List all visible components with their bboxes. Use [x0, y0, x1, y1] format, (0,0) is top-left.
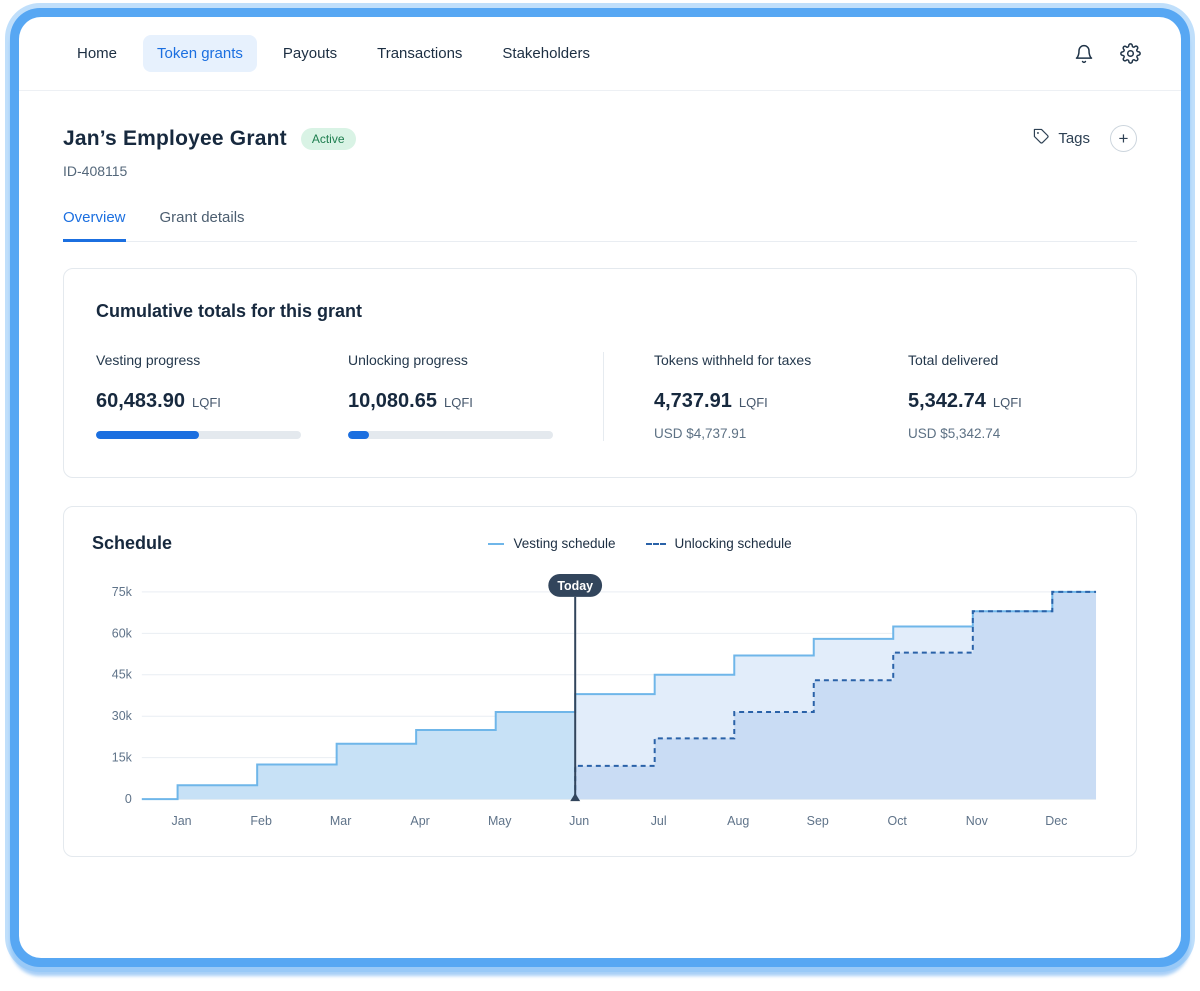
svg-text:Jul: Jul: [651, 814, 667, 828]
metric-unlocking-progress: Unlocking progress 10,080.65 LQFI: [348, 352, 603, 439]
metric-unit: LQFI: [993, 395, 1022, 410]
svg-text:Jun: Jun: [569, 814, 589, 828]
metric-usd: USD $5,342.74: [908, 426, 1104, 441]
metric-vesting-progress: Vesting progress 60,483.90 LQFI: [96, 352, 348, 439]
nav-item-stakeholders[interactable]: Stakeholders: [488, 35, 604, 72]
nav-item-transactions[interactable]: Transactions: [363, 35, 476, 72]
schedule-chart-svg: Today 0 15k 30k 45k 60k 75k Jan Feb Mar Apr May Jun J…: [92, 568, 1108, 839]
vesting-progress-fill: [96, 431, 199, 439]
svg-text:Nov: Nov: [966, 814, 989, 828]
svg-text:Mar: Mar: [330, 814, 351, 828]
svg-text:Jan: Jan: [172, 814, 192, 828]
grant-header: Jan’s Employee Grant Active Tags +: [63, 125, 1137, 152]
add-tag-button[interactable]: +: [1110, 125, 1137, 152]
tab-grant-details[interactable]: Grant details: [160, 209, 245, 242]
schedule-header: Schedule Vesting schedule Unlocking sche…: [92, 533, 1108, 554]
vesting-line-swatch: [488, 543, 504, 545]
metrics-row: Vesting progress 60,483.90 LQFI Unlockin…: [96, 352, 1104, 441]
chart-legend: Vesting schedule Unlocking schedule: [172, 536, 1108, 551]
metric-label: Tokens withheld for taxes: [654, 352, 908, 368]
svg-text:May: May: [488, 814, 512, 828]
schedule-card: Schedule Vesting schedule Unlocking sche…: [63, 506, 1137, 857]
svg-text:0: 0: [125, 792, 132, 806]
grant-id: ID-408115: [63, 163, 1137, 179]
metric-value: 10,080.65: [348, 390, 437, 413]
svg-text:45k: 45k: [112, 668, 133, 682]
metric-tokens-withheld: Tokens withheld for taxes 4,737.91 LQFI …: [654, 352, 908, 441]
svg-text:Oct: Oct: [888, 814, 908, 828]
svg-text:Sep: Sep: [807, 814, 829, 828]
schedule-card-title: Schedule: [92, 533, 172, 554]
cumulative-totals-card: Cumulative totals for this grant Vesting…: [63, 268, 1137, 478]
tags-button[interactable]: Tags: [1033, 128, 1090, 149]
metric-label: Total delivered: [908, 352, 1104, 368]
svg-text:15k: 15k: [112, 751, 133, 765]
metrics-divider: [603, 352, 604, 441]
page-content: Home Token grants Payouts Transactions S…: [19, 17, 1181, 958]
settings-icon[interactable]: [1120, 43, 1141, 64]
svg-text:Aug: Aug: [727, 814, 749, 828]
window-frame: Home Token grants Payouts Transactions S…: [10, 8, 1190, 967]
page-title: Jan’s Employee Grant: [63, 127, 287, 151]
nav-item-payouts[interactable]: Payouts: [269, 35, 351, 72]
tags-label: Tags: [1058, 130, 1090, 147]
legend-unlocking-label: Unlocking schedule: [675, 536, 792, 551]
main-area: Jan’s Employee Grant Active Tags + ID-4: [19, 125, 1181, 857]
metric-label: Unlocking progress: [348, 352, 603, 368]
svg-text:75k: 75k: [112, 585, 133, 599]
unlocking-progress-fill: [348, 431, 369, 439]
svg-text:Apr: Apr: [410, 814, 429, 828]
metric-unit: LQFI: [192, 395, 221, 410]
metric-value: 5,342.74: [908, 390, 986, 413]
nav-item-token-grants[interactable]: Token grants: [143, 35, 257, 72]
tab-bar: Overview Grant details: [63, 209, 1137, 242]
nav-item-home[interactable]: Home: [63, 35, 131, 72]
metric-value: 4,737.91: [654, 390, 732, 413]
svg-text:30k: 30k: [112, 709, 133, 723]
unlocking-progress-bar: [348, 431, 553, 439]
legend-unlocking: Unlocking schedule: [646, 536, 792, 551]
nav-items: Home Token grants Payouts Transactions S…: [63, 35, 604, 72]
tab-overview[interactable]: Overview: [63, 209, 126, 242]
svg-text:Today: Today: [557, 579, 593, 593]
metric-total-delivered: Total delivered 5,342.74 LQFI USD $5,342…: [908, 352, 1104, 441]
status-badge: Active: [301, 128, 356, 150]
metric-usd: USD $4,737.91: [654, 426, 908, 441]
metric-unit: LQFI: [444, 395, 473, 410]
top-navigation: Home Token grants Payouts Transactions S…: [19, 17, 1181, 91]
svg-text:60k: 60k: [112, 626, 133, 640]
svg-text:Dec: Dec: [1045, 814, 1067, 828]
nav-icons: [1074, 43, 1141, 64]
metric-label: Vesting progress: [96, 352, 348, 368]
vesting-progress-bar: [96, 431, 301, 439]
legend-vesting-label: Vesting schedule: [513, 536, 615, 551]
unlocking-line-swatch: [646, 543, 666, 545]
svg-text:Feb: Feb: [250, 814, 272, 828]
metric-value: 60,483.90: [96, 390, 185, 413]
bell-icon[interactable]: [1074, 44, 1094, 64]
app-window: Home Token grants Payouts Transactions S…: [0, 0, 1200, 991]
legend-vesting: Vesting schedule: [488, 536, 615, 551]
totals-card-title: Cumulative totals for this grant: [96, 301, 1104, 322]
metric-unit: LQFI: [739, 395, 768, 410]
schedule-chart: Today 0 15k 30k 45k 60k 75k Jan Feb Mar Apr May Jun J…: [92, 568, 1108, 844]
tag-icon: [1033, 128, 1050, 149]
